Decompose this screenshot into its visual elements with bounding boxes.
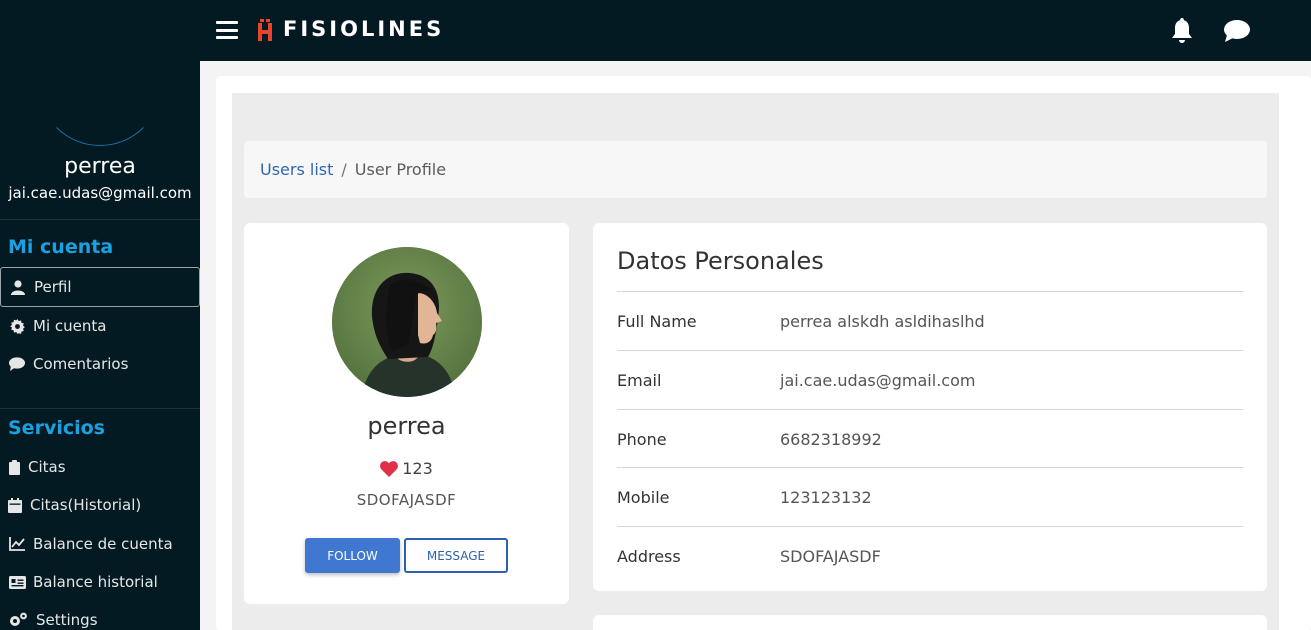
user-icon bbox=[9, 279, 27, 295]
logo bbox=[256, 19, 274, 41]
sidebar-item-comentarios[interactable]: Comentarios bbox=[0, 344, 200, 384]
row-label: Address bbox=[617, 546, 681, 566]
clipboard-icon bbox=[8, 459, 20, 475]
sidebar-item-label: Balance historial bbox=[33, 573, 158, 591]
chart-line-icon bbox=[8, 536, 26, 552]
row-label: Email bbox=[617, 370, 662, 390]
breadcrumb: Users list / User Profile bbox=[244, 141, 1267, 198]
sidebar-item-label: Citas(Historial) bbox=[30, 496, 142, 514]
data-row-full-name: Full Name perrea alskdh asldihaslhd bbox=[617, 291, 1243, 350]
sidebar-item-balance-cuenta[interactable]: Balance de cuenta bbox=[0, 524, 200, 564]
data-row-email: Email jai.cae.udas@gmail.com bbox=[617, 350, 1243, 409]
sidebar-item-settings[interactable]: Settings bbox=[0, 600, 200, 630]
sidebar-item-label: Citas bbox=[28, 458, 66, 476]
row-value: 123123132 bbox=[780, 487, 872, 507]
sidebar-item-label: Perfil bbox=[34, 278, 72, 296]
sidebar-item-label: Balance de cuenta bbox=[33, 535, 173, 553]
data-row-phone: Phone 6682318992 bbox=[617, 409, 1243, 468]
profile-photo bbox=[332, 247, 482, 397]
personal-data-card: Datos Personales Full Name perrea alskdh… bbox=[593, 223, 1267, 591]
message-button[interactable]: MESSAGE bbox=[404, 538, 508, 573]
follow-button[interactable]: FOLLOW bbox=[305, 538, 400, 573]
sidebar: perrea jai.cae.udas@gmail.com Mi cuenta … bbox=[0, 0, 200, 630]
personal-data-title: Datos Personales bbox=[617, 247, 824, 275]
top-bar: FISIOLINES bbox=[200, 0, 1311, 61]
gears-icon bbox=[8, 612, 28, 628]
heart-icon bbox=[380, 460, 399, 477]
profile-tag: SDOFAJASDF bbox=[356, 491, 457, 509]
divider bbox=[0, 408, 200, 409]
brand-name: FISIOLINES bbox=[283, 17, 445, 41]
bell-icon[interactable] bbox=[1170, 18, 1194, 44]
profile-card: perrea 123 SDOFAJASDF FOLLOW MESSAGE bbox=[244, 223, 569, 604]
gear-icon bbox=[8, 318, 26, 334]
data-row-address: Address SDOFAJASDF bbox=[617, 526, 1243, 585]
sidebar-user-email: jai.cae.udas@gmail.com bbox=[8, 184, 192, 202]
row-label: Full Name bbox=[617, 311, 697, 331]
divider bbox=[0, 219, 200, 220]
sidebar-item-perfil[interactable]: Perfil bbox=[0, 267, 200, 307]
breadcrumb-current: User Profile bbox=[354, 160, 447, 179]
menu-icon[interactable] bbox=[216, 21, 238, 39]
breadcrumb-separator: / bbox=[341, 160, 347, 179]
sidebar-item-label: Settings bbox=[36, 611, 98, 629]
section-heading-account: Mi cuenta bbox=[8, 236, 114, 258]
sidebar-user-name: perrea bbox=[64, 154, 136, 179]
chat-icon[interactable] bbox=[1223, 19, 1251, 43]
profile-likes: 123 bbox=[244, 459, 569, 478]
comment-icon bbox=[8, 356, 26, 372]
breadcrumb-users-list-link[interactable]: Users list bbox=[260, 160, 333, 179]
calendar-icon bbox=[8, 497, 22, 513]
likes-count: 123 bbox=[402, 459, 433, 478]
row-value: 6682318992 bbox=[780, 429, 882, 449]
sidebar-item-citas-historial[interactable]: Citas(Historial) bbox=[0, 485, 200, 525]
data-row-mobile: Mobile 123123132 bbox=[617, 467, 1243, 526]
id-card-icon bbox=[8, 574, 26, 590]
profile-name: perrea bbox=[367, 412, 446, 440]
row-value: jai.cae.udas@gmail.com bbox=[780, 370, 976, 390]
sidebar-avatar bbox=[38, 22, 162, 146]
row-value: perrea alskdh asldihaslhd bbox=[780, 311, 985, 331]
row-label: Mobile bbox=[617, 487, 670, 507]
sidebar-item-label: Mi cuenta bbox=[33, 317, 107, 335]
row-value: SDOFAJASDF bbox=[780, 546, 881, 566]
section-heading-services: Servicios bbox=[8, 417, 105, 439]
secondary-card bbox=[593, 615, 1267, 630]
sidebar-item-mi-cuenta[interactable]: Mi cuenta bbox=[0, 306, 200, 346]
sidebar-item-citas[interactable]: Citas bbox=[0, 447, 200, 487]
sidebar-item-balance-historial[interactable]: Balance historial bbox=[0, 562, 200, 602]
sidebar-item-label: Comentarios bbox=[33, 355, 129, 373]
row-label: Phone bbox=[617, 429, 667, 449]
